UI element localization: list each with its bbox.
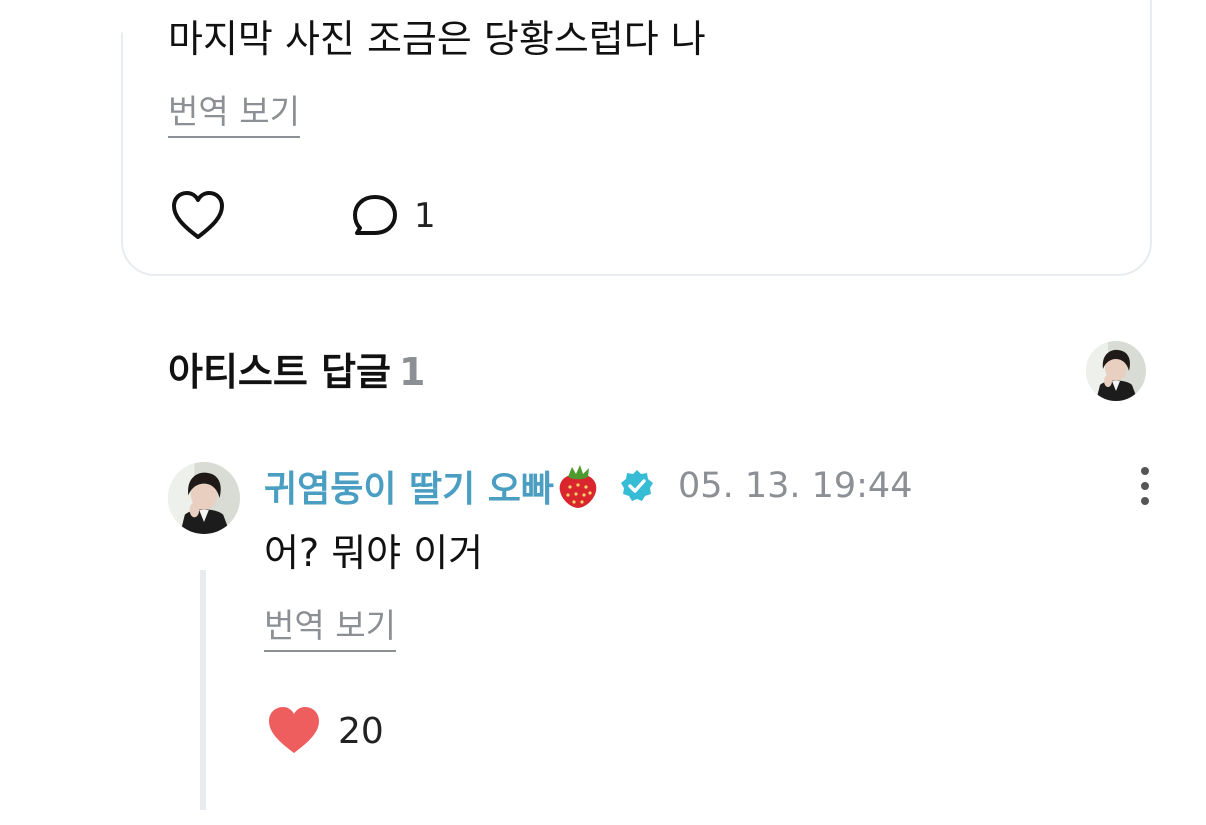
heart-filled-icon <box>269 707 319 753</box>
reply-count: 1 <box>414 196 436 236</box>
artist-avatar-small[interactable] <box>1086 341 1146 401</box>
artist-replies-title: 아티스트 답글 1 <box>168 348 425 396</box>
reply-text: 어? 뭐야 이거 <box>264 531 484 575</box>
reply-timestamp: 05. 13. 19:44 <box>678 466 913 506</box>
artist-replies-count: 1 <box>399 350 426 394</box>
heart-outline-icon <box>172 191 224 239</box>
verified-badge-icon <box>621 470 654 501</box>
like-button[interactable] <box>170 190 226 242</box>
reply-translate-link[interactable]: 번역 보기 <box>264 606 396 652</box>
artist-photo <box>168 462 240 534</box>
artist-avatar[interactable] <box>168 462 240 534</box>
translate-link[interactable]: 번역 보기 <box>168 92 300 138</box>
artist-photo <box>1086 341 1146 401</box>
reply-like-count: 20 <box>338 710 384 752</box>
author-name[interactable]: 귀염둥이 딸기 오빠 <box>264 460 554 512</box>
thread-line <box>200 570 206 810</box>
reply-like-button[interactable]: 20 <box>266 704 384 758</box>
speech-bubble-icon <box>353 195 397 235</box>
strawberry-icon <box>559 465 597 508</box>
reply-button[interactable]: 1 <box>350 192 436 240</box>
comment-text: 마지막 사진 조금은 당황스럽다 나 <box>168 17 706 61</box>
more-vertical-icon <box>1141 467 1149 505</box>
more-options-button[interactable] <box>1130 464 1160 508</box>
reply-header: 귀염둥이 딸기 오빠 05. 13. 19:44 <box>264 462 912 510</box>
artist-replies-label: 아티스트 답글 <box>168 350 391 394</box>
